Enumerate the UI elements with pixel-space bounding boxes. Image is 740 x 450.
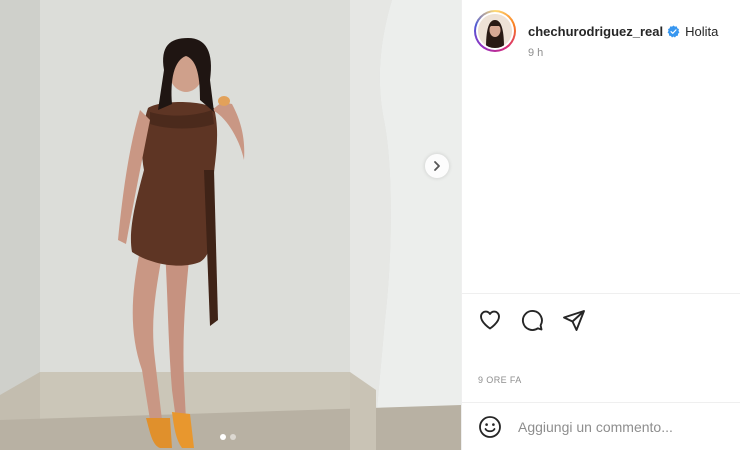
verified-badge-icon bbox=[667, 25, 680, 37]
post-relative-time[interactable]: 9 h bbox=[528, 47, 543, 59]
post-caption: Holita bbox=[685, 23, 719, 39]
chevron-right-icon bbox=[434, 161, 440, 171]
post-photo[interactable] bbox=[0, 0, 461, 450]
heart-icon bbox=[480, 310, 500, 330]
comment-button[interactable] bbox=[518, 306, 546, 334]
share-icon bbox=[563, 310, 585, 331]
post-image bbox=[0, 0, 461, 450]
comment-composer bbox=[462, 403, 740, 450]
divider bbox=[462, 293, 740, 294]
avatar bbox=[478, 14, 512, 48]
post-date[interactable]: 9 ORE FA bbox=[478, 375, 522, 385]
username-link[interactable]: chechurodriguez_real bbox=[528, 24, 663, 39]
comment-icon bbox=[521, 310, 543, 331]
emoji-button[interactable] bbox=[477, 414, 503, 440]
avatar-image bbox=[478, 14, 512, 48]
carousel-dot-1 bbox=[220, 434, 226, 440]
carousel-indicator bbox=[220, 434, 236, 440]
post-header: chechurodriguez_real Holita bbox=[474, 10, 718, 52]
avatar-story-ring[interactable] bbox=[474, 10, 516, 52]
like-button[interactable] bbox=[476, 306, 504, 334]
share-button[interactable] bbox=[560, 306, 588, 334]
comment-input[interactable] bbox=[518, 418, 718, 435]
action-bar bbox=[476, 306, 588, 334]
post-details-panel: chechurodriguez_real Holita 9 h 9 ORE FA bbox=[461, 0, 740, 450]
carousel-dot-2 bbox=[230, 434, 236, 440]
carousel-next-button[interactable] bbox=[425, 154, 449, 178]
smiley-icon bbox=[479, 415, 501, 438]
